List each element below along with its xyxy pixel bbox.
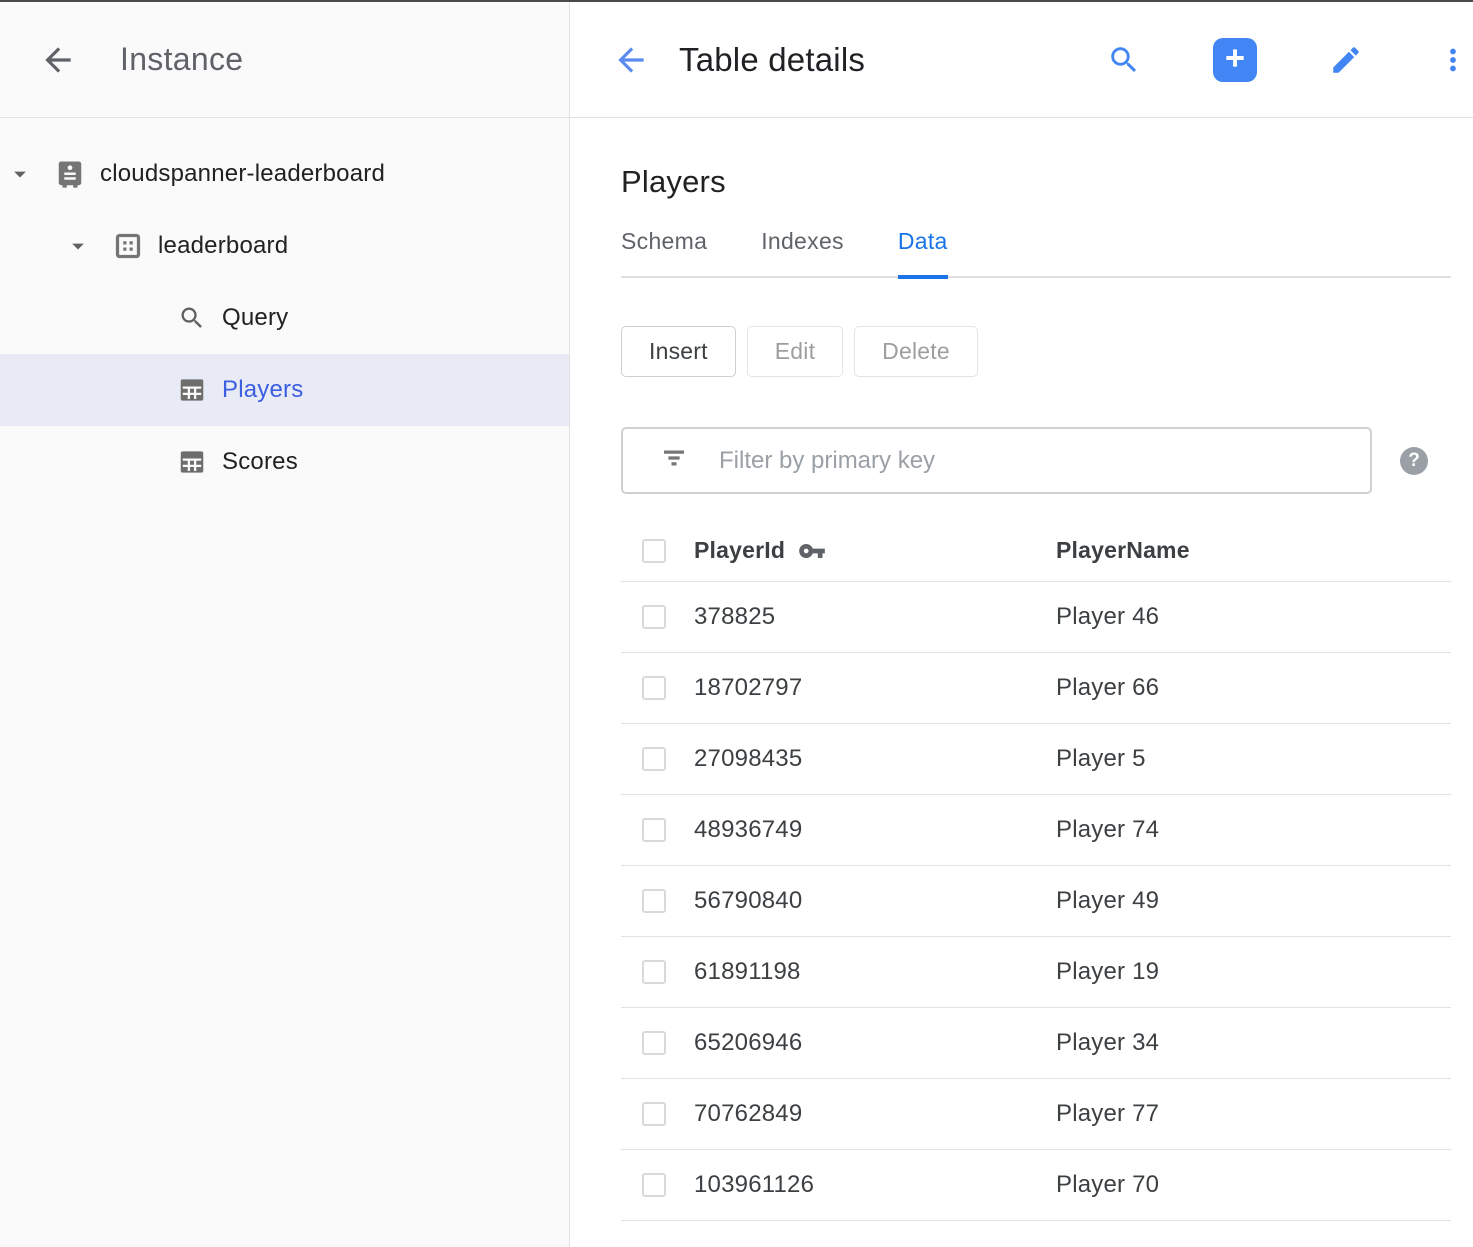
chevron-down-icon[interactable] [64,232,92,260]
table-row[interactable]: 70762849 Player 77 [621,1079,1451,1150]
cell-player-id: 378825 [694,603,1056,631]
cell-player-name: Player 74 [1056,816,1451,844]
back-arrow-icon[interactable] [38,40,78,80]
instance-icon [54,158,86,190]
cell-player-name: Player 66 [1056,674,1451,702]
cell-player-name: Player 70 [1056,1171,1451,1199]
players-data-table: PlayerId PlayerName 378825 Player 46 187… [621,520,1451,1221]
table-row[interactable]: 103961126 Player 70 [621,1150,1451,1221]
sidebar-title: Instance [120,41,243,78]
tree-item-query[interactable]: Query [0,282,569,354]
row-checkbox[interactable] [642,960,666,984]
cell-player-id: 56790840 [694,887,1056,915]
tree-item-scores[interactable]: Scores [0,426,569,498]
tab-bar: Schema Indexes Data [621,228,1451,278]
filter-icon [659,443,689,478]
table-icon [176,374,208,406]
table-row[interactable]: 65206946 Player 34 [621,1008,1451,1079]
header-actions [1106,38,1473,82]
table-icon [176,446,208,478]
row-checkbox[interactable] [642,1031,666,1055]
insert-button[interactable]: Insert [621,326,736,377]
cell-player-id: 61891198 [694,958,1056,986]
chevron-down-icon[interactable] [6,160,34,188]
instance-tree: cloudspanner-leaderboard leaderboard [0,118,569,498]
tab-data[interactable]: Data [898,228,948,279]
cell-player-name: Player 49 [1056,887,1451,915]
cell-player-id: 70762849 [694,1100,1056,1128]
tree-item-label: Players [222,376,303,404]
table-row[interactable]: 18702797 Player 66 [621,653,1451,724]
search-icon [176,302,208,334]
add-record-button[interactable] [1213,38,1257,82]
row-checkbox[interactable] [642,1173,666,1197]
row-checkbox[interactable] [642,889,666,913]
tree-item-instance[interactable]: cloudspanner-leaderboard [0,138,569,210]
tab-schema[interactable]: Schema [621,228,707,276]
app-root: Instance cloudspanner-leaderboard [0,2,1473,1247]
edit-pencil-icon[interactable] [1328,38,1364,82]
cell-player-name: Player 77 [1056,1100,1451,1128]
database-icon [112,230,144,262]
table-row[interactable]: 378825 Player 46 [621,582,1451,653]
cell-player-id: 65206946 [694,1029,1056,1057]
select-all-checkbox[interactable] [642,539,666,563]
row-checkbox[interactable] [642,818,666,842]
tree-item-database[interactable]: leaderboard [0,210,569,282]
cell-player-id: 27098435 [694,745,1056,773]
cell-player-id: 103961126 [694,1171,1056,1199]
filter-row: ? [621,427,1451,494]
more-vert-icon[interactable] [1435,38,1471,82]
row-checkbox[interactable] [642,747,666,771]
page-title: Players [621,164,1451,200]
tree-item-players[interactable]: Players [0,354,569,426]
tab-indexes[interactable]: Indexes [761,228,844,276]
tree-item-label: Query [222,304,288,332]
sidebar-header: Instance [0,2,569,118]
table-row[interactable]: 27098435 Player 5 [621,724,1451,795]
delete-button[interactable]: Delete [854,326,978,377]
cell-player-name: Player 5 [1056,745,1451,773]
row-action-buttons: Insert Edit Delete [621,326,1451,377]
table-row[interactable]: 56790840 Player 49 [621,866,1451,937]
edit-button[interactable]: Edit [747,326,843,377]
row-checkbox[interactable] [642,676,666,700]
search-icon[interactable] [1106,38,1142,82]
column-header-playerid: PlayerId [694,537,1056,565]
cell-player-id: 18702797 [694,674,1056,702]
tree-item-label: cloudspanner-leaderboard [100,160,385,188]
cell-player-name: Player 34 [1056,1029,1451,1057]
table-row[interactable]: 48936749 Player 74 [621,795,1451,866]
table-header-row: PlayerId PlayerName [621,520,1451,582]
primary-key-icon [798,537,826,565]
plus-icon [1222,45,1248,74]
table-details-content: Players Schema Indexes Data Insert Edit … [570,118,1473,1221]
help-icon[interactable]: ? [1400,447,1428,475]
cell-player-name: Player 46 [1056,603,1451,631]
filter-box [621,427,1372,494]
tree-item-label: leaderboard [158,232,288,260]
main-panel: Table details Players [570,2,1473,1247]
filter-input[interactable] [719,447,1370,475]
tree-item-label: Scores [222,448,298,476]
table-body: 378825 Player 46 18702797 Player 66 2709… [621,582,1451,1221]
cell-player-id: 48936749 [694,816,1056,844]
page-header-title: Table details [679,41,865,79]
cell-player-name: Player 19 [1056,958,1451,986]
row-checkbox[interactable] [642,1102,666,1126]
table-row[interactable]: 61891198 Player 19 [621,937,1451,1008]
row-checkbox[interactable] [642,605,666,629]
column-header-playername: PlayerName [1056,537,1451,564]
back-arrow-icon[interactable] [612,41,650,79]
main-header: Table details [570,2,1473,118]
sidebar: Instance cloudspanner-leaderboard [0,2,570,1247]
